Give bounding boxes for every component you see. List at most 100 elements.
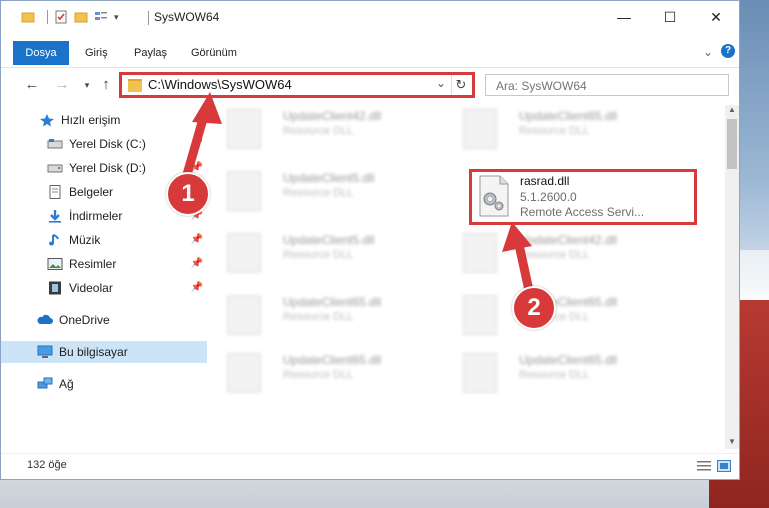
dll-file-icon bbox=[227, 233, 261, 273]
address-dropdown-chevron-icon[interactable]: ⌄ bbox=[436, 76, 446, 90]
refresh-icon[interactable]: ↻ bbox=[451, 75, 470, 95]
pin-icon[interactable]: 📌 bbox=[191, 162, 203, 173]
explorer-window: ▾ SysWOW64 — ☐ ✕ Dosya Giriş Paylaş Görü… bbox=[0, 0, 740, 480]
file-item[interactable]: UpdateClient65.dll Resource DLL bbox=[209, 349, 409, 399]
window-title: SysWOW64 bbox=[154, 10, 220, 24]
file-description: Resource DLL bbox=[283, 369, 354, 381]
cloud-icon bbox=[37, 314, 53, 324]
file-description: Resource DLL bbox=[519, 125, 590, 137]
sidebar-item-pictures[interactable]: Resimler 📌 bbox=[1, 253, 207, 275]
file-item[interactable]: UpdateClient42.dll Resource DLL bbox=[445, 229, 645, 279]
sidebar-item-label: Belgeler bbox=[69, 185, 114, 199]
dll-file-icon bbox=[463, 109, 497, 149]
dll-file-icon bbox=[463, 233, 497, 273]
item-count: 132 öğe bbox=[27, 459, 67, 471]
star-icon bbox=[40, 114, 54, 127]
search-box[interactable] bbox=[485, 74, 729, 96]
dll-file-icon bbox=[227, 295, 261, 335]
file-name: UpdateClient65.dll bbox=[283, 295, 382, 309]
pin-icon[interactable]: 📌 bbox=[191, 282, 203, 293]
file-item[interactable]: UpdateClient5.dll Resource DLL bbox=[209, 167, 409, 217]
title-bar: ▾ SysWOW64 — ☐ ✕ bbox=[1, 1, 739, 33]
dll-gear-file-icon bbox=[479, 175, 509, 217]
customize-toolbar-chevron-icon[interactable]: ▾ bbox=[114, 12, 119, 23]
file-item[interactable]: UpdateClient65.dll Resource DLL bbox=[445, 105, 645, 155]
navigation-pane: Hızlı erişim Yerel Disk (C:) 📌 Yerel Dis… bbox=[1, 105, 208, 449]
sidebar-item-label: Hızlı erişim bbox=[61, 113, 121, 127]
dll-file-icon bbox=[463, 295, 497, 335]
details-view-icon[interactable] bbox=[697, 460, 711, 472]
tab-home[interactable]: Giriş bbox=[85, 41, 108, 65]
tab-share[interactable]: Paylaş bbox=[134, 41, 167, 65]
scrollbar-thumb[interactable] bbox=[727, 119, 737, 169]
pin-icon[interactable]: 📌 bbox=[191, 234, 203, 245]
sidebar-item-videos[interactable]: Videolar 📌 bbox=[1, 277, 207, 299]
file-item[interactable]: UpdateClient65.dll Resource DLL bbox=[209, 291, 409, 341]
file-name: UpdateClient65.dll bbox=[519, 109, 618, 123]
sidebar-item-label: OneDrive bbox=[59, 313, 110, 327]
sidebar-item-label: Yerel Disk (D:) bbox=[69, 161, 146, 175]
forward-arrow-icon[interactable]: → bbox=[53, 74, 71, 96]
file-version: 5.1.2600.0 bbox=[520, 190, 577, 204]
help-icon[interactable]: ? bbox=[721, 44, 735, 58]
close-button[interactable]: ✕ bbox=[693, 1, 739, 33]
file-item[interactable]: UpdateClient5.dll Resource DLL bbox=[209, 229, 409, 279]
pin-icon[interactable]: 📌 bbox=[191, 258, 203, 269]
file-description: Resource DLL bbox=[283, 249, 354, 261]
pin-icon[interactable]: 📌 bbox=[191, 138, 203, 149]
drive-icon bbox=[47, 164, 63, 173]
download-icon bbox=[49, 210, 61, 223]
file-name: UpdateClient65.dll bbox=[283, 353, 382, 367]
file-list: UpdateClient42.dll Resource DLL UpdateCl… bbox=[209, 105, 725, 449]
scroll-up-arrow-icon[interactable]: ▲ bbox=[725, 105, 739, 117]
sidebar-item-label: Yerel Disk (C:) bbox=[69, 137, 146, 151]
file-item[interactable]: UpdateClient65.dll Resource DLL bbox=[445, 349, 645, 399]
scroll-down-arrow-icon[interactable]: ▼ bbox=[725, 437, 739, 449]
file-name: UpdateClient42.dll bbox=[519, 233, 618, 247]
sidebar-item-label: Ağ bbox=[59, 377, 74, 391]
vertical-scrollbar[interactable]: ▲ ▼ bbox=[725, 105, 739, 449]
view-options-icon[interactable] bbox=[94, 10, 108, 24]
drive-icon bbox=[47, 139, 63, 149]
tab-file[interactable]: Dosya bbox=[13, 41, 69, 65]
properties-icon[interactable] bbox=[54, 10, 68, 24]
back-arrow-icon[interactable]: ← bbox=[23, 74, 41, 96]
sidebar-item-onedrive[interactable]: OneDrive bbox=[1, 309, 207, 331]
file-item[interactable]: UpdateClient42.dll Resource DLL bbox=[209, 105, 409, 155]
sidebar-item-label: Videolar bbox=[69, 281, 113, 295]
sidebar-item-label: Resimler bbox=[69, 257, 117, 271]
new-folder-icon[interactable] bbox=[74, 10, 88, 24]
network-icon bbox=[37, 377, 53, 389]
search-input[interactable] bbox=[494, 78, 698, 94]
sidebar-item-this-pc[interactable]: Bu bilgisayar bbox=[1, 341, 207, 363]
quick-access-toolbar: ▾ bbox=[21, 10, 119, 24]
minimize-button[interactable]: — bbox=[601, 1, 647, 33]
sidebar-item-label: İndirmeler bbox=[69, 209, 123, 223]
file-description: Resource DLL bbox=[519, 249, 590, 261]
dll-file-icon bbox=[227, 109, 261, 149]
large-icons-view-icon[interactable] bbox=[717, 460, 731, 472]
expand-ribbon-chevron-icon[interactable]: ⌄ bbox=[703, 45, 713, 59]
file-name: rasrad.dll bbox=[520, 174, 570, 188]
sidebar-item-local-disk-c[interactable]: Yerel Disk (C:) 📌 bbox=[1, 133, 207, 155]
recent-locations-chevron-icon[interactable]: ▾ bbox=[78, 74, 96, 96]
file-name: UpdateClient5.dll bbox=[283, 171, 375, 185]
title-separator bbox=[148, 11, 149, 25]
computer-icon bbox=[37, 345, 53, 358]
document-icon bbox=[49, 185, 61, 199]
maximize-button[interactable]: ☐ bbox=[647, 1, 693, 33]
sidebar-item-quick-access[interactable]: Hızlı erişim bbox=[1, 109, 207, 131]
tab-view[interactable]: Görünüm bbox=[191, 41, 237, 65]
sidebar-item-music[interactable]: Müzik 📌 bbox=[1, 229, 207, 251]
file-description: Resource DLL bbox=[283, 311, 354, 323]
sidebar-item-label: Bu bilgisayar bbox=[59, 345, 128, 359]
address-bar[interactable]: C:\Windows\SysWOW64 ⌄ ↻ bbox=[119, 72, 475, 98]
dll-file-icon bbox=[463, 353, 497, 393]
folder-icon bbox=[128, 79, 142, 92]
highlighted-file-item[interactable]: rasrad.dll 5.1.2600.0 Remote Access Serv… bbox=[469, 169, 697, 225]
file-name: UpdateClient5.dll bbox=[283, 233, 375, 247]
up-arrow-icon[interactable]: ↑ bbox=[97, 74, 115, 96]
sidebar-item-network[interactable]: Ağ bbox=[1, 373, 207, 395]
address-path[interactable]: C:\Windows\SysWOW64 bbox=[148, 77, 292, 92]
music-icon bbox=[49, 234, 59, 246]
